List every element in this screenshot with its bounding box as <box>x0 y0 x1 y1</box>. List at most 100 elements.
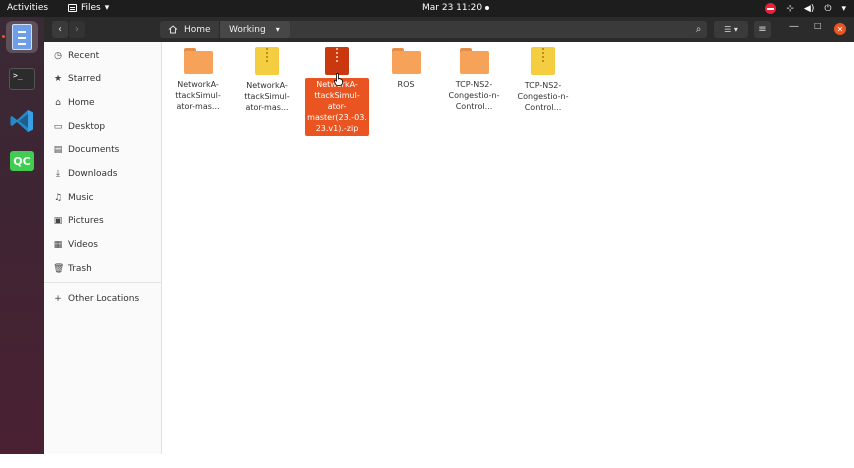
sidebar-item-recent[interactable]: ◷ Recent <box>44 46 162 66</box>
music-icon: ♫ <box>53 193 63 203</box>
sidebar-divider <box>44 282 162 283</box>
sidebar-item-music[interactable]: ♫ Music <box>44 188 162 208</box>
menu-button[interactable]: ≡ <box>754 21 771 38</box>
file-item[interactable]: NetworkA-ttackSimul-ator-mas... <box>166 48 230 112</box>
file-item-label: NetworkA-ttackSimul-ator-master(23.-03.2… <box>305 78 369 136</box>
file-item-label: TCP-NS2-Congestio-n-Control... <box>517 81 569 112</box>
network-icon[interactable]: ⊹ <box>786 4 794 14</box>
clock[interactable]: Mar 23 11:20 <box>422 3 490 13</box>
vscode-icon <box>10 110 33 132</box>
breadcrumb-home-label: Home <box>184 24 211 35</box>
dock: >_ QC ··· <box>0 17 44 468</box>
top-bar: Activities Files ▾ Mar 23 11:20 ⊹ ◀) ⏻ ▾ <box>0 0 854 17</box>
sidebar-item-label: Other Locations <box>68 294 140 304</box>
trash-icon: 🗑 <box>53 264 65 274</box>
desktop-icon: ▭ <box>53 122 63 132</box>
show-applications-button[interactable]: ··· <box>6 458 38 468</box>
breadcrumb-home[interactable]: Home <box>160 21 220 38</box>
sidebar-item-trash[interactable]: 🗑 Trash <box>44 259 162 279</box>
sidebar-item-downloads[interactable]: ⤓ Downloads <box>44 164 162 184</box>
app-menu[interactable]: Files ▾ <box>68 3 109 13</box>
sidebar-item-label: Trash <box>68 264 92 274</box>
sidebar-item-label: Pictures <box>68 216 104 226</box>
file-item-selected[interactable]: NetworkA-ttackSimul-ator-master(23.-03.2… <box>305 47 369 136</box>
system-tray[interactable]: ⊹ ◀) ⏻ ▾ <box>765 1 846 16</box>
sidebar-item-label: Music <box>68 193 94 203</box>
terminal-icon: >_ <box>9 68 35 90</box>
clock-icon: ◷ <box>54 51 62 61</box>
sidebar-item-label: Desktop <box>68 122 106 132</box>
maximize-button[interactable]: □ <box>814 21 822 30</box>
chevron-down-icon[interactable]: ▾ <box>841 4 846 14</box>
file-item[interactable]: TCP-NS2-Congestio-n-Control... <box>442 48 506 112</box>
notification-dot-icon <box>485 6 490 10</box>
star-icon: ★ <box>53 74 63 84</box>
do-not-disturb-icon[interactable] <box>765 3 777 14</box>
hand-cursor-icon <box>334 73 343 86</box>
file-view[interactable]: NetworkA-ttackSimul-ator-mas... NetworkA… <box>162 42 854 454</box>
forward-button[interactable]: › <box>69 21 85 38</box>
file-item[interactable]: TCP-NS2-Congestio-n-Control... <box>511 47 575 113</box>
sidebar: ◷ Recent ★ Starred ⌂ Home ▭ Desktop ▤ Do… <box>44 42 162 454</box>
sidebar-item-documents[interactable]: ▤ Documents <box>44 140 162 160</box>
sidebar-item-label: Recent <box>68 51 100 61</box>
zip-archive-icon <box>255 47 279 75</box>
downloads-icon: ⤓ <box>56 169 60 179</box>
activities-button[interactable]: Activities <box>7 3 48 13</box>
sidebar-item-desktop[interactable]: ▭ Desktop <box>44 117 162 137</box>
chevron-down-icon: ▾ <box>275 25 280 34</box>
chevron-down-icon: ▾ <box>104 3 110 13</box>
videos-icon: ▦ <box>53 240 63 250</box>
qt-creator-icon: QC <box>10 151 34 171</box>
sidebar-item-pictures[interactable]: ▣ Pictures <box>44 211 162 231</box>
breadcrumb: Home Working ▾ <box>160 21 694 38</box>
zip-archive-icon <box>325 47 349 75</box>
home-icon: ⌂ <box>55 98 61 108</box>
home-icon <box>168 25 178 34</box>
header-bar: ‹ › Home Working ▾ ⌕ ☰ ▾ ≡ — □ ✕ <box>44 17 854 42</box>
folder-icon <box>459 48 489 74</box>
volume-icon[interactable]: ◀) <box>804 4 814 14</box>
sidebar-item-starred[interactable]: ★ Starred <box>44 69 162 89</box>
breadcrumb-working[interactable]: Working ▾ <box>220 21 290 38</box>
folder-icon <box>391 48 421 74</box>
dock-vscode[interactable] <box>6 105 38 137</box>
running-indicator <box>2 35 5 38</box>
files-app-icon <box>68 4 77 12</box>
file-item-label: ROS <box>397 80 415 89</box>
file-item[interactable]: NetworkA-ttackSimul-ator-mas... <box>235 47 299 113</box>
clock-label: Mar 23 11:20 <box>422 3 483 13</box>
chevron-right-icon: › <box>75 24 79 35</box>
file-item-label: NetworkA-ttackSimul-ator-mas... <box>244 81 290 112</box>
dock-files[interactable] <box>6 21 38 53</box>
zip-archive-icon <box>531 47 555 75</box>
sidebar-item-home[interactable]: ⌂ Home <box>44 93 162 113</box>
files-icon <box>12 24 32 50</box>
sidebar-item-other-locations[interactable]: + Other Locations <box>44 289 162 309</box>
folder-icon <box>183 48 213 74</box>
power-icon[interactable]: ⏻ <box>824 4 831 14</box>
file-item-label: NetworkA-ttackSimul-ator-mas... <box>175 80 221 111</box>
list-view-icon: ☰ ▾ <box>724 25 738 34</box>
pictures-icon: ▣ <box>53 216 63 226</box>
file-item-label: TCP-NS2-Congestio-n-Control... <box>448 80 500 111</box>
dock-terminal[interactable]: >_ <box>6 63 38 95</box>
sidebar-item-videos[interactable]: ▦ Videos <box>44 235 162 255</box>
sidebar-item-label: Home <box>68 98 95 108</box>
dock-qt-creator[interactable]: QC <box>6 145 38 177</box>
plus-icon: + <box>54 294 62 304</box>
hamburger-icon: ≡ <box>758 24 767 35</box>
breadcrumb-working-label: Working <box>229 24 266 35</box>
file-item[interactable]: ROS <box>374 48 438 90</box>
back-button[interactable]: ‹ <box>52 21 68 38</box>
sidebar-item-label: Downloads <box>68 169 118 179</box>
sidebar-item-label: Starred <box>68 74 102 84</box>
documents-icon: ▤ <box>53 145 63 155</box>
search-button[interactable]: ⌕ <box>690 21 707 38</box>
close-button[interactable]: ✕ <box>834 23 846 35</box>
sidebar-item-label: Documents <box>68 145 120 155</box>
view-options-button[interactable]: ☰ ▾ <box>714 21 748 38</box>
search-icon: ⌕ <box>695 24 702 35</box>
minimize-button[interactable]: — <box>789 21 799 32</box>
chevron-left-icon: ‹ <box>58 24 62 35</box>
